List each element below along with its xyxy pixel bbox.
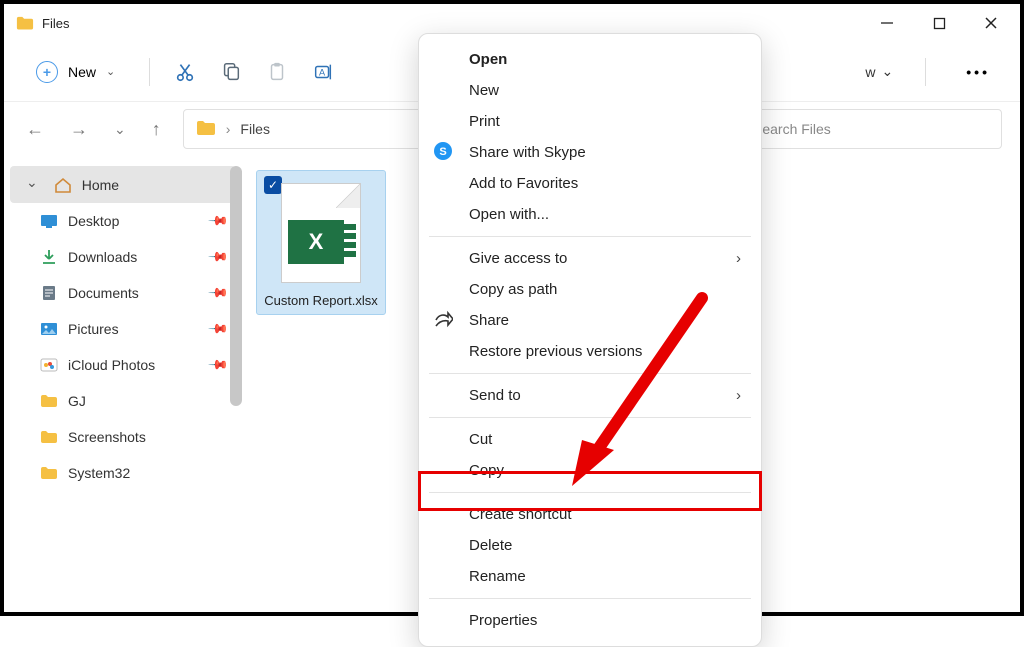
- sidebar: Home Desktop 📌 Downloads 📌 Documents 📌: [4, 156, 242, 611]
- plus-icon: +: [36, 61, 58, 83]
- folder-icon: [16, 16, 34, 30]
- ctx-separator: [429, 492, 751, 493]
- paste-icon[interactable]: [266, 61, 288, 83]
- pin-icon: 📌: [207, 282, 230, 305]
- sidebar-item-gj[interactable]: GJ: [4, 383, 242, 419]
- sidebar-item-icloud[interactable]: iCloud Photos 📌: [4, 347, 242, 383]
- pin-icon: 📌: [207, 318, 230, 341]
- new-button[interactable]: + New ⌄: [26, 55, 125, 89]
- sidebar-item-home[interactable]: Home: [10, 166, 236, 203]
- breadcrumb-separator: ›: [226, 121, 231, 137]
- pin-icon: 📌: [207, 210, 230, 233]
- new-button-label: New: [68, 64, 96, 80]
- folder-icon: [40, 465, 58, 481]
- sidebar-item-downloads[interactable]: Downloads 📌: [4, 239, 242, 275]
- file-item-selected[interactable]: ✓ X Custom Report.xlsx: [256, 170, 386, 315]
- sidebar-item-label: Screenshots: [68, 429, 146, 445]
- ctx-restore-versions[interactable]: Restore previous versions: [419, 336, 761, 367]
- cut-icon[interactable]: [174, 61, 196, 83]
- download-icon: [40, 249, 58, 265]
- ctx-send-to[interactable]: Send to›: [419, 380, 761, 411]
- sidebar-item-documents[interactable]: Documents 📌: [4, 275, 242, 311]
- ctx-separator: [429, 417, 751, 418]
- ctx-separator: [429, 236, 751, 237]
- selected-check-icon: ✓: [264, 176, 282, 194]
- document-icon: [40, 285, 58, 301]
- icloud-icon: [40, 357, 58, 373]
- copy-icon[interactable]: [220, 61, 242, 83]
- ctx-rename[interactable]: Rename: [419, 561, 761, 592]
- sidebar-item-system32[interactable]: System32: [4, 455, 242, 491]
- view-dropdown[interactable]: w ⌄: [857, 59, 901, 84]
- folder-icon: [40, 393, 58, 409]
- context-menu: Open New Print S Share with Skype Add to…: [418, 33, 762, 647]
- ctx-open-with[interactable]: Open with...: [419, 199, 761, 230]
- file-thumbnail: X: [281, 183, 361, 283]
- sidebar-item-label: System32: [68, 465, 130, 481]
- pin-icon: 📌: [207, 246, 230, 269]
- sidebar-item-screenshots[interactable]: Screenshots: [4, 419, 242, 455]
- sidebar-item-label: GJ: [68, 393, 86, 409]
- close-button[interactable]: [982, 14, 1000, 32]
- ctx-new[interactable]: New: [419, 75, 761, 106]
- svg-text:A: A: [319, 67, 326, 77]
- ctx-separator: [429, 373, 751, 374]
- forward-button[interactable]: →: [66, 115, 92, 144]
- chevron-down-icon: ⌄: [882, 63, 894, 80]
- toolbar-separator: [925, 58, 926, 86]
- folder-icon: [40, 429, 58, 445]
- ctx-properties[interactable]: Properties: [419, 605, 761, 636]
- view-label: w: [865, 64, 875, 80]
- search-placeholder: Search Files: [753, 121, 831, 137]
- ctx-copy-as-path[interactable]: Copy as path: [419, 274, 761, 305]
- more-button[interactable]: •••: [958, 60, 998, 84]
- toolbar-separator: [149, 58, 150, 86]
- desktop-icon: [40, 213, 58, 229]
- ctx-cut[interactable]: Cut: [419, 424, 761, 455]
- breadcrumb-item[interactable]: Files: [240, 121, 270, 137]
- back-button[interactable]: ←: [22, 115, 48, 144]
- up-button[interactable]: ↑: [148, 115, 165, 144]
- maximize-button[interactable]: [930, 14, 948, 32]
- ctx-create-shortcut[interactable]: Create shortcut: [419, 499, 761, 530]
- ctx-delete[interactable]: Delete: [419, 530, 761, 561]
- sidebar-item-desktop[interactable]: Desktop 📌: [4, 203, 242, 239]
- minimize-button[interactable]: [878, 14, 896, 32]
- ctx-separator: [429, 598, 751, 599]
- skype-icon: S: [433, 141, 453, 165]
- share-icon: [433, 310, 453, 332]
- sidebar-item-label: Downloads: [68, 249, 137, 265]
- search-input[interactable]: Search Files: [740, 109, 1002, 149]
- chevron-down-icon: ⌄: [106, 65, 115, 78]
- sidebar-item-label: Pictures: [68, 321, 119, 337]
- ctx-give-access[interactable]: Give access to›: [419, 243, 761, 274]
- ctx-open[interactable]: Open: [419, 44, 761, 75]
- ctx-print[interactable]: Print: [419, 106, 761, 137]
- window-title: Files: [42, 16, 69, 31]
- chevron-right-icon: ›: [736, 387, 741, 404]
- sidebar-item-label: Desktop: [68, 213, 119, 229]
- home-icon: [54, 177, 72, 193]
- file-name: Custom Report.xlsx: [261, 293, 381, 308]
- folder-icon: [196, 120, 216, 139]
- sidebar-item-label: iCloud Photos: [68, 357, 155, 373]
- sidebar-item-pictures[interactable]: Pictures 📌: [4, 311, 242, 347]
- chevron-right-icon: ›: [736, 250, 741, 267]
- sidebar-item-label: Home: [82, 177, 119, 193]
- pin-icon: 📌: [207, 354, 230, 377]
- svg-text:S: S: [439, 146, 446, 158]
- ctx-add-favorites[interactable]: Add to Favorites: [419, 168, 761, 199]
- sidebar-item-label: Documents: [68, 285, 139, 301]
- sidebar-scrollbar[interactable]: [230, 166, 242, 406]
- ctx-share[interactable]: Share: [419, 305, 761, 336]
- ctx-share-skype[interactable]: S Share with Skype: [419, 137, 761, 168]
- recent-dropdown[interactable]: ⌄: [110, 117, 130, 142]
- rename-icon[interactable]: A: [312, 61, 334, 83]
- ctx-copy[interactable]: Copy: [419, 455, 761, 486]
- pictures-icon: [40, 321, 58, 337]
